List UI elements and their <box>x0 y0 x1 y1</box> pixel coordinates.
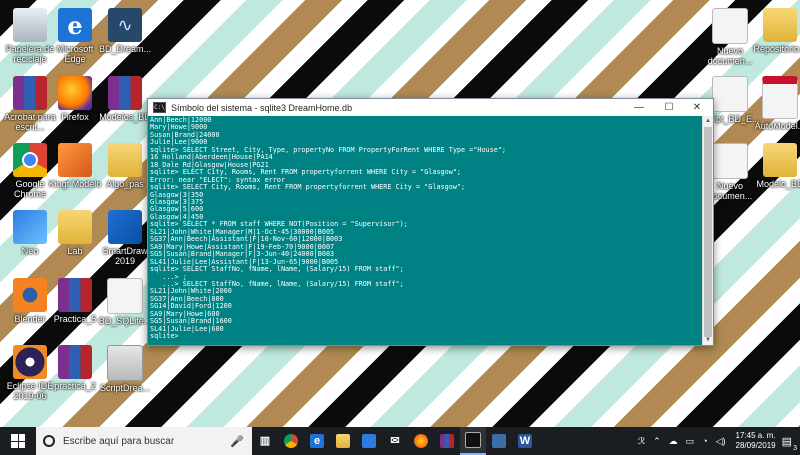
edge-icon-glyph: e <box>310 434 324 448</box>
battery-icon[interactable]: ▭ <box>686 436 695 447</box>
desktop-icon[interactable]: Algo_pas <box>95 143 155 189</box>
desktop-icon-label: Repositorio... <box>753 44 800 54</box>
word-icon[interactable]: W <box>512 427 538 455</box>
search-icon <box>43 435 55 447</box>
task-view-icon[interactable]: ▥ <box>252 427 278 455</box>
smartdraw-icon <box>108 210 142 244</box>
taskbar: Escribe aquí para buscar 🎤 ▥ e ✉ W ℛ ⌃ ☁ ▭ … <box>0 427 800 455</box>
start-button[interactable] <box>0 427 36 455</box>
word-icon-glyph: W <box>518 434 532 448</box>
mail-icon[interactable]: ✉ <box>382 427 408 455</box>
edge-icon: e <box>58 8 92 42</box>
edge-icon[interactable]: e <box>304 427 330 455</box>
window-title: Símbolo del sistema - sqlite3 DreamHome.… <box>171 102 353 113</box>
file-icon <box>712 8 748 44</box>
terminal-icon-glyph <box>465 432 481 448</box>
clock-date: 28/09/2019 <box>735 441 776 450</box>
system-tray: ℛ ⌃ ☁ ▭ ◔ ◁) 17:45 a. m. 28/09/2019 ▤ 3 <box>634 427 800 455</box>
notification-count: 3 <box>793 444 797 452</box>
firefox-icon-glyph <box>414 434 428 448</box>
desktop-icon-label: ScriptDrea... <box>99 383 150 393</box>
chevron-up-icon[interactable]: ⌃ <box>653 436 661 447</box>
winrar-icon <box>58 345 92 379</box>
desktop-icon[interactable]: SmartDraw 2019 <box>95 210 155 266</box>
recycle-bin-icon <box>13 8 47 42</box>
eclipse-icon <box>13 345 47 379</box>
store-icon[interactable] <box>356 427 382 455</box>
desktop-icon-label: AutoModel... <box>754 121 800 131</box>
desktop-icon[interactable]: Modelos_BD <box>95 76 155 122</box>
file-explorer-icon-glyph <box>336 434 350 448</box>
search-placeholder: Escribe aquí para buscar <box>63 435 175 447</box>
winrar-icon-glyph <box>440 434 454 448</box>
chrome-icon <box>13 143 47 177</box>
clock[interactable]: 17:45 a. m. 28/09/2019 <box>736 431 776 451</box>
desktop-icon-label: BD_Dream... <box>98 44 151 54</box>
uml-diagram-icon: ∿ <box>108 8 142 42</box>
minimize-button[interactable]: — <box>625 99 653 116</box>
folder-icon <box>108 143 142 177</box>
desktop-icon-label: Algo_pas <box>106 179 144 189</box>
vertical-scrollbar[interactable]: ▲ ▼ <box>702 116 713 345</box>
desktop[interactable]: Papelera de reciclaje e Microsoft Edge ∿ BD_… <box>0 0 800 427</box>
firefox-icon[interactable] <box>408 427 434 455</box>
desktop-icon-label: BD_SQLite... <box>98 316 152 326</box>
terminal-icon[interactable] <box>460 427 486 455</box>
volume-icon[interactable]: ◁) <box>716 436 726 447</box>
winrar-icon <box>13 76 47 110</box>
file-icon <box>107 278 143 314</box>
desktop-icon-label: SmartDraw 2019 <box>102 246 148 266</box>
file-explorer-icon[interactable] <box>330 427 356 455</box>
wifi-icon[interactable]: ◔ <box>702 436 707 446</box>
scroll-thumb[interactable] <box>704 127 712 337</box>
cloud-icon[interactable]: ☁ <box>669 436 678 447</box>
desktop-icon[interactable]: Repositorio... <box>750 8 800 54</box>
console-output[interactable]: Ann|Beech|12000 Mary|Howe|9000 Susan|Bra… <box>148 116 703 345</box>
scroll-down-arrow-icon[interactable]: ▼ <box>703 335 713 345</box>
sqlite-tool-icon-glyph <box>492 434 506 448</box>
store-icon-glyph <box>362 434 376 448</box>
chrome-icon-glyph <box>284 434 298 448</box>
desktop-icon[interactable]: BD_SQLite... <box>95 278 155 326</box>
task-view-icon-glyph: ▥ <box>259 435 271 447</box>
windows-logo-icon <box>11 434 25 448</box>
sql-file-icon <box>107 345 143 381</box>
sqlite-tool-icon[interactable] <box>486 427 512 455</box>
blender-icon <box>13 278 47 312</box>
microphone-icon[interactable]: 🎤 <box>230 435 244 448</box>
store-icon <box>13 210 47 244</box>
scroll-up-arrow-icon[interactable]: ▲ <box>703 116 713 126</box>
console-app-icon: C:\ <box>153 102 166 113</box>
clock-time: 17:45 a. m. <box>735 431 776 440</box>
desktop-icon[interactable]: Modelo_BD <box>750 143 800 189</box>
chrome-icon[interactable] <box>278 427 304 455</box>
console-text: Ann|Beech|12000 Mary|Howe|9000 Susan|Bra… <box>150 116 507 341</box>
close-button[interactable]: ✕ <box>683 99 711 116</box>
winrar-icon <box>58 278 92 312</box>
folder-icon <box>763 143 797 177</box>
taskbar-search-box[interactable]: Escribe aquí para buscar 🎤 <box>36 427 252 455</box>
winrar-icon[interactable] <box>434 427 460 455</box>
file-icon <box>712 76 748 112</box>
firefox-icon <box>58 76 92 110</box>
desktop-icon[interactable]: AutoModel... <box>750 76 800 131</box>
folder-icon <box>763 8 797 42</box>
desktop-icon-label: Modelos_BD <box>99 112 151 122</box>
desktop-icon-label: Modelo_BD <box>756 179 800 189</box>
winrar-icon <box>108 76 142 110</box>
desktop-icon[interactable]: ∿ BD_Dream... <box>95 8 155 54</box>
cube-icon <box>58 143 92 177</box>
pdf-icon <box>762 76 798 119</box>
file-icon <box>712 143 748 179</box>
pinned-apps: ▥ e ✉ W <box>252 427 538 455</box>
window-titlebar[interactable]: C:\ Símbolo del sistema - sqlite3 DreamH… <box>148 99 713 116</box>
people-icon[interactable]: ℛ <box>638 436 645 447</box>
notifications-icon[interactable]: ▤ 3 <box>782 435 797 452</box>
folder-icon <box>58 210 92 244</box>
mail-icon-glyph: ✉ <box>390 435 400 447</box>
maximize-button[interactable]: ☐ <box>655 99 683 116</box>
desktop-icon[interactable]: ScriptDrea... <box>95 345 155 393</box>
command-prompt-window[interactable]: C:\ Símbolo del sistema - sqlite3 DreamH… <box>147 98 714 346</box>
